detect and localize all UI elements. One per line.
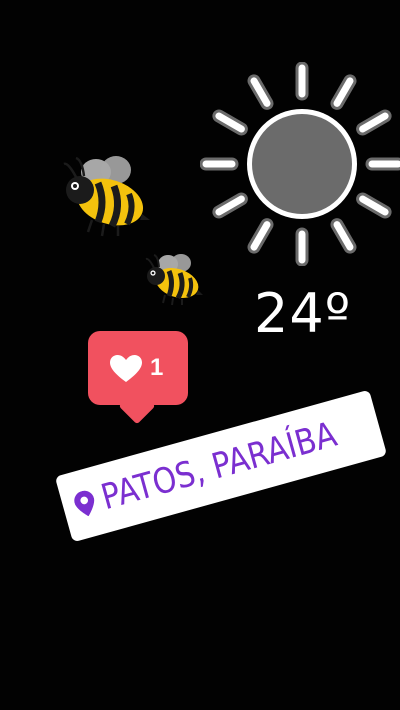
- sun-icon[interactable]: [200, 62, 400, 266]
- story-canvas: 24º 1 PATOS, PARAÍBA: [0, 0, 400, 710]
- location-pin-icon: [74, 490, 95, 517]
- like-notification-sticker[interactable]: 1: [88, 331, 188, 425]
- like-count: 1: [150, 354, 164, 381]
- temperature-readout[interactable]: 24º: [254, 282, 364, 346]
- location-name: PATOS, PARAÍBA: [97, 414, 342, 519]
- bee-icon: [63, 156, 150, 237]
- heart-icon: [110, 355, 142, 382]
- bee-icon: [145, 254, 203, 306]
